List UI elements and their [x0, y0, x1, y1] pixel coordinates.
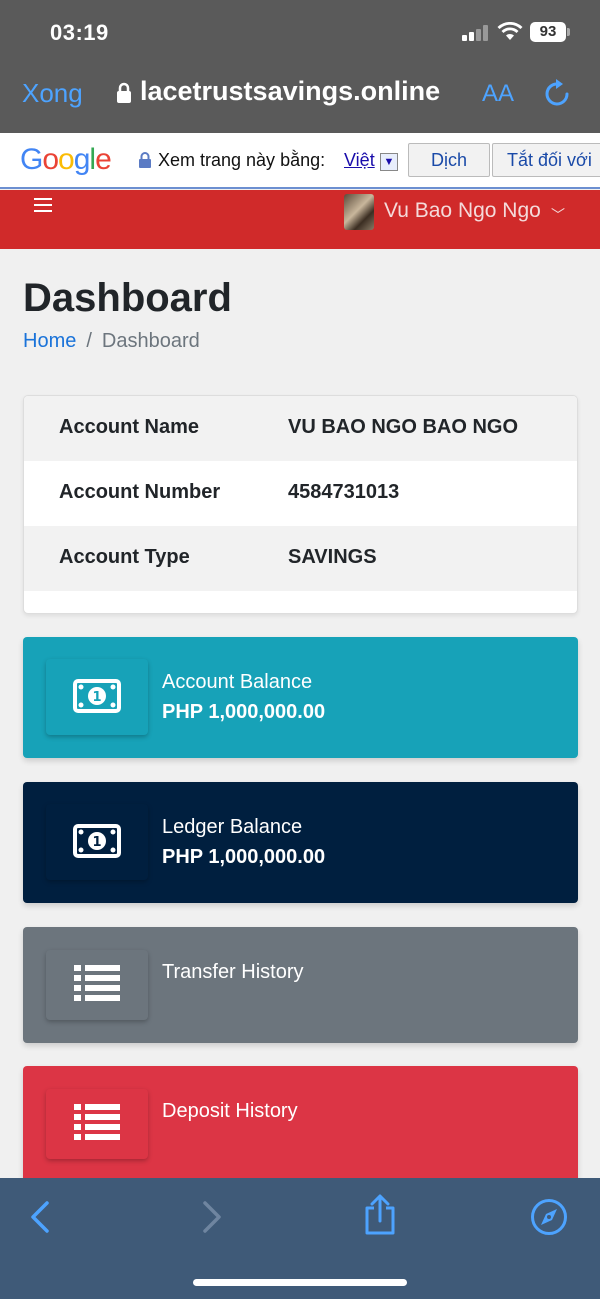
share-icon[interactable] [362, 1194, 398, 1236]
ledger-balance-label: Ledger Balance [162, 816, 303, 838]
avatar[interactable] [344, 194, 374, 230]
account-name-value: VU BAO NGO BAO NGO [288, 416, 519, 438]
transfer-history-label: Transfer History [162, 961, 304, 983]
money-bill-icon: 1 [46, 804, 148, 880]
user-menu-name[interactable]: Vu Bao Ngo Ngo [384, 199, 541, 223]
breadcrumb-home-link[interactable]: Home [23, 330, 76, 352]
account-number-row: Account Number 4584731013 [24, 461, 577, 526]
account-balance-tile[interactable]: 1 Account Balance PHP 1,000,000.00 [23, 637, 578, 758]
battery-tip [567, 28, 570, 36]
forward-icon[interactable] [200, 1200, 224, 1234]
text-size-button[interactable]: AA [482, 80, 514, 108]
ledger-balance-value: PHP 1,000,000.00 [162, 846, 326, 868]
account-name-row: Account Name VU BAO NGO BAO NGO [24, 396, 577, 461]
page-title: Dashboard [23, 276, 232, 320]
breadcrumb: Home / Dashboard [23, 330, 200, 353]
done-button[interactable]: Xong [22, 78, 83, 109]
translate-language-link[interactable]: Việt [344, 150, 375, 171]
google-logo: Google [20, 143, 112, 176]
ledger-balance-tile[interactable]: 1 Ledger Balance PHP 1,000,000.00 [23, 782, 578, 903]
language-dropdown-icon[interactable]: ▼ [380, 153, 398, 171]
text-size-label: AA [482, 80, 515, 107]
chevron-down-icon[interactable]: ﹀ [551, 205, 565, 225]
lock-icon [117, 82, 131, 103]
transfer-history-tile[interactable]: Transfer History [23, 927, 578, 1043]
home-indicator [193, 1279, 407, 1286]
account-name-label: Account Name [59, 416, 200, 438]
list-icon [46, 950, 148, 1020]
translate-button[interactable]: Dịch [408, 143, 490, 177]
translate-lock-icon [139, 152, 151, 168]
turn-off-translate-button[interactable]: Tắt đối với [492, 143, 600, 177]
list-icon [46, 1089, 148, 1159]
account-info-card: Account Name VU BAO NGO BAO NGO Account … [23, 395, 578, 614]
money-bill-icon: 1 [46, 659, 148, 735]
back-icon[interactable] [28, 1200, 52, 1234]
cellular-signal-icon [462, 25, 490, 41]
status-time: 03:19 [50, 20, 109, 45]
account-number-label: Account Number [59, 481, 221, 503]
account-type-label: Account Type [59, 546, 190, 568]
url-field[interactable]: lacetrustsavings.online [140, 76, 470, 107]
breadcrumb-current: Dashboard [101, 330, 200, 352]
browser-bottom-toolbar [0, 1178, 600, 1299]
account-type-value: SAVINGS [288, 546, 377, 568]
reload-icon[interactable] [544, 78, 572, 108]
deposit-history-label: Deposit History [162, 1100, 298, 1122]
account-balance-label: Account Balance [162, 671, 313, 693]
account-type-row: Account Type SAVINGS [24, 526, 577, 591]
menu-icon[interactable] [34, 198, 52, 212]
account-number-value: 4584731013 [288, 481, 400, 503]
translate-prompt: Xem trang này bằng: [158, 150, 326, 170]
google-translate-bar: Google Xem trang này bằng: Việt ▼ Dịch T… [0, 133, 600, 189]
battery-indicator: 93 [530, 22, 566, 42]
app-header: Vu Bao Ngo Ngo ﹀ [0, 190, 600, 249]
svg-text:1: 1 [92, 835, 101, 850]
svg-text:1: 1 [92, 690, 101, 705]
breadcrumb-separator: / [86, 330, 92, 352]
account-balance-value: PHP 1,000,000.00 [162, 701, 326, 723]
browser-top-bar: 03:19 93 Xong lacetrustsavings.online AA [0, 0, 600, 133]
wifi-icon [497, 22, 523, 40]
compass-icon[interactable] [530, 1198, 568, 1236]
